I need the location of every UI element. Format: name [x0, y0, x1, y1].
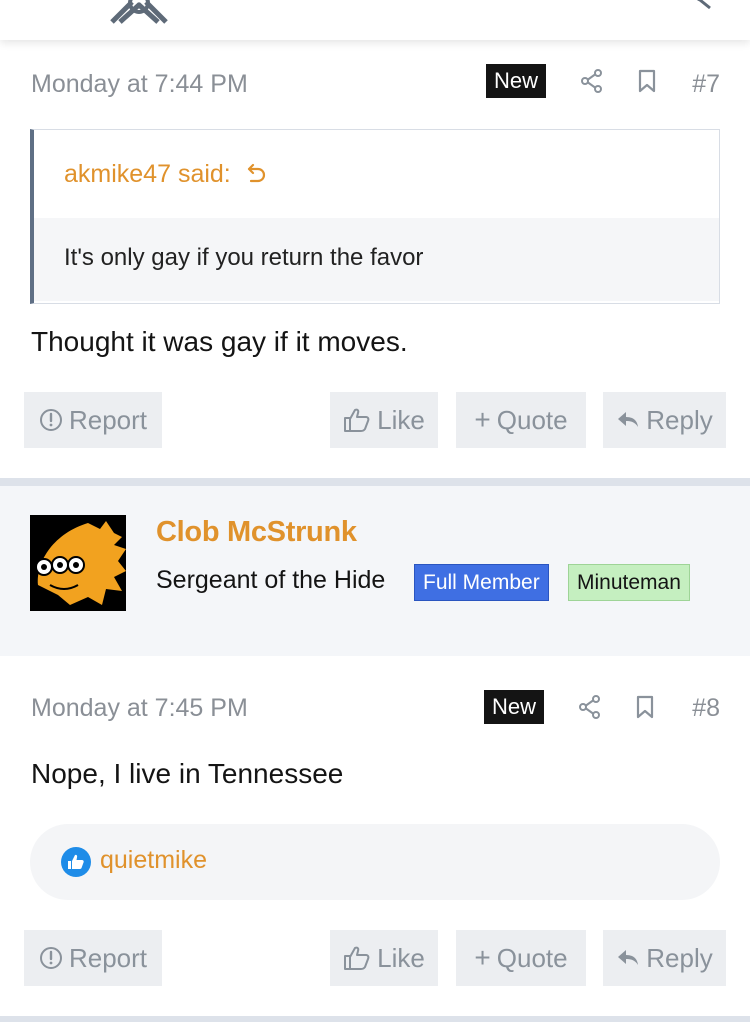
reply-label: Reply [646, 942, 713, 973]
reply-button[interactable]: Reply [603, 392, 726, 448]
post-date[interactable]: Monday at 7:44 PM [31, 70, 248, 99]
like-button[interactable]: Like [330, 392, 438, 448]
post-body: Thought it was gay if it moves. [31, 326, 408, 357]
reply-icon [618, 950, 639, 965]
username[interactable]: Clob McStrunk [156, 516, 357, 549]
logo-icon[interactable] [106, 0, 172, 24]
like-reaction-icon [61, 847, 91, 877]
report-label: Report [68, 942, 148, 973]
post-date[interactable]: Monday at 7:45 PM [31, 694, 248, 723]
search-icon[interactable] [684, 0, 714, 14]
reaction-user-link[interactable]: quietmike [100, 846, 207, 875]
reactions-bar[interactable]: quietmike [30, 824, 720, 900]
new-badge: New [486, 64, 547, 98]
post-divider [0, 478, 750, 486]
minuteman-badge: Minuteman [568, 564, 690, 601]
plus-icon: + [474, 942, 491, 973]
report-button[interactable]: Report [24, 392, 162, 448]
report-button[interactable]: Report [24, 930, 162, 986]
new-badge: New [484, 690, 545, 724]
avatar-image [30, 515, 126, 611]
post-divider [0, 1016, 750, 1022]
user-title: Sergeant of the Hide [156, 566, 386, 594]
quote-button[interactable]: + Quote [456, 930, 586, 986]
alert-icon [39, 947, 62, 969]
alert-icon [39, 409, 62, 431]
post-body: Nope, I live in Tennessee [31, 758, 344, 789]
post-number[interactable]: #7 [692, 70, 720, 99]
plus-icon: + [474, 404, 491, 435]
quote-text: It's only gay if you return the favor [34, 218, 719, 301]
share-icon[interactable] [578, 694, 602, 720]
member-badge: Full Member [414, 564, 549, 601]
quote-block: akmike47 said: It's only gay if you retu… [30, 129, 720, 304]
quote-label: Quote [496, 404, 568, 435]
quote-header[interactable]: akmike47 said: [34, 130, 719, 218]
quote-button[interactable]: + Quote [456, 392, 586, 448]
bookmark-icon[interactable] [634, 694, 656, 720]
thumbs-up-icon [344, 946, 370, 970]
like-button[interactable]: Like [330, 930, 438, 986]
quote-author[interactable]: akmike47 said: [64, 160, 231, 188]
avatar[interactable] [30, 515, 126, 611]
reply-label: Reply [646, 404, 713, 435]
like-label: Like [377, 404, 425, 435]
reply-icon [618, 412, 639, 427]
post-meta: Monday at 7:44 PM New #7 [31, 64, 720, 104]
like-label: Like [377, 942, 425, 973]
menu-icon[interactable] [42, 0, 76, 6]
quote-label: Quote [496, 942, 568, 973]
reply-button[interactable]: Reply [603, 930, 726, 986]
post-meta: Monday at 7:45 PM New #8 [31, 688, 720, 728]
report-label: Report [68, 404, 148, 435]
post-number[interactable]: #8 [692, 694, 720, 723]
jump-to-quote-icon[interactable] [246, 162, 268, 184]
thumbs-up-icon [344, 408, 370, 432]
top-header [0, 0, 750, 40]
bookmark-icon[interactable] [636, 68, 658, 94]
share-icon[interactable] [580, 68, 604, 94]
user-info: Clob McStrunk Sergeant of the Hide Full … [0, 486, 750, 656]
